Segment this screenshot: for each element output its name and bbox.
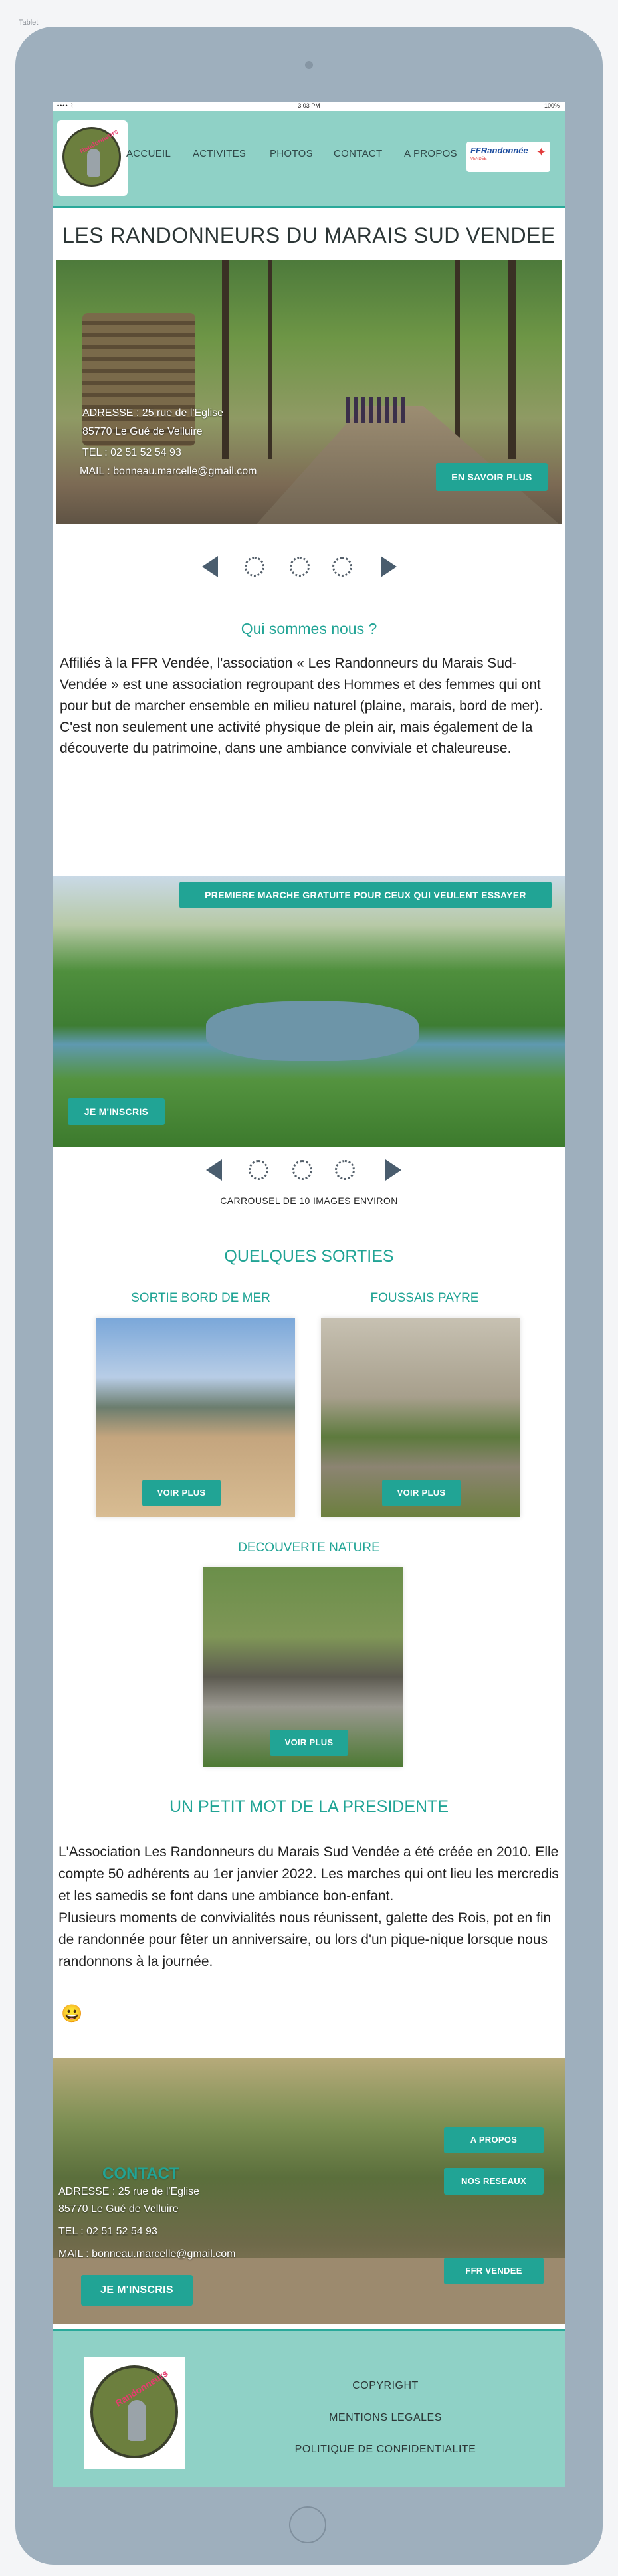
- footer-link-copyright[interactable]: COPYRIGHT: [286, 2380, 485, 2392]
- contact-address-line2: 85770 Le Gué de Velluire: [58, 2203, 179, 2215]
- carousel-dot-icon[interactable]: [292, 1160, 312, 1180]
- nav-item-activites[interactable]: ACTIVITES: [193, 148, 246, 159]
- hero-mail: MAIL : bonneau.marcelle@gmail.com: [80, 466, 257, 477]
- card-title-sea: SORTIE BORD DE MER: [131, 1291, 270, 1305]
- page-title: LES RANDONNEURS DU MARAIS SUD VENDEE: [62, 223, 556, 247]
- card-title-foussais: FOUSSAIS PAYRE: [370, 1291, 479, 1305]
- about-text: Affiliés à la FFR Vendée, l'association …: [60, 656, 544, 756]
- site-logo[interactable]: Randonneurs: [57, 120, 128, 196]
- hero-image: ADRESSE : 25 rue de l'Eglise 85770 Le Gu…: [56, 260, 562, 524]
- carousel-dot-icon[interactable]: [245, 557, 264, 577]
- carousel-dot-icon[interactable]: [335, 1160, 355, 1180]
- nav-item-a-propos[interactable]: A PROPOS: [404, 148, 457, 159]
- footer-logo[interactable]: Randonneurs: [84, 2357, 185, 2469]
- device-label: Tablet: [19, 19, 39, 27]
- card-foussais[interactable]: VOIR PLUS: [321, 1318, 520, 1517]
- ffr-partner-logo[interactable]: FFRandonnée VENDÉE ✦: [466, 142, 550, 172]
- smile-icon: 😀: [61, 2003, 83, 2023]
- nav-item-photos[interactable]: PHOTOS: [270, 148, 313, 159]
- ffr-logo-text: FFRandonnée: [470, 146, 528, 155]
- president-heading: UN PETIT MOT DE LA PRESIDENTE: [169, 1797, 449, 1816]
- status-bar: •••• ⌇ 3:03 PM 100%: [53, 102, 565, 111]
- heron-logo-icon: Randonneurs: [90, 2365, 178, 2458]
- carousel-caption: CARROUSEL DE 10 IMAGES ENVIRON: [220, 1195, 398, 1206]
- carousel-dot-icon[interactable]: [249, 1160, 268, 1180]
- heron-logo-icon: Randonneurs: [62, 127, 121, 187]
- footer-link-mentions[interactable]: MENTIONS LEGALES: [286, 2412, 485, 2424]
- carousel-controls-1: [53, 544, 565, 590]
- promo-image: PREMIERE MARCHE GRATUITE POUR CEUX QUI V…: [53, 876, 565, 1147]
- card-nature[interactable]: VOIR PLUS: [203, 1567, 403, 1767]
- carousel-dot-icon[interactable]: [332, 557, 352, 577]
- footer: Randonneurs COPYRIGHT MENTIONS LEGALES P…: [53, 2329, 565, 2487]
- carousel-dot-icon[interactable]: [290, 557, 310, 577]
- contact-mail: MAIL : bonneau.marcelle@gmail.com: [58, 2248, 236, 2260]
- voir-plus-button[interactable]: VOIR PLUS: [382, 1480, 461, 1506]
- nav-item-accueil[interactable]: ACCUEIL: [126, 148, 171, 159]
- card-sea[interactable]: VOIR PLUS: [96, 1318, 295, 1517]
- screen: •••• ⌇ 3:03 PM 100% Randonneurs ACCUEIL …: [53, 102, 565, 2487]
- outings-heading: QUELQUES SORTIES: [224, 1247, 394, 1266]
- camera-icon: [305, 61, 313, 69]
- voir-plus-button[interactable]: VOIR PLUS: [270, 1730, 348, 1756]
- carousel-controls-2: [53, 1153, 565, 1200]
- hero-phone: TEL : 02 51 52 54 93: [82, 447, 181, 458]
- navbar: Randonneurs ACCUEIL ACTIVITES PHOTOS CON…: [53, 111, 565, 208]
- hero-address-line1: ADRESSE : 25 rue de l'Eglise: [82, 407, 224, 419]
- nav-item-contact[interactable]: CONTACT: [334, 148, 382, 159]
- signup-button[interactable]: JE M'INSCRIS: [68, 1098, 165, 1125]
- battery-icon: 100%: [544, 102, 560, 109]
- contact-heading: CONTACT: [102, 2165, 179, 2183]
- contact-signup-button[interactable]: JE M'INSCRIS: [81, 2275, 193, 2306]
- contact-image: CONTACT ADRESSE : 25 rue de l'Eglise 857…: [53, 2058, 565, 2324]
- footer-link-privacy[interactable]: POLITIQUE DE CONFIDENTIALITE: [286, 2444, 485, 2456]
- voir-plus-button[interactable]: VOIR PLUS: [142, 1480, 221, 1506]
- carousel-prev-icon[interactable]: [206, 1159, 222, 1181]
- hero-address-line2: 85770 Le Gué de Velluire: [82, 426, 203, 437]
- pond-water: [206, 1001, 419, 1061]
- status-time: 3:03 PM: [298, 102, 320, 109]
- contact-address-line1: ADRESSE : 25 rue de l'Eglise: [58, 2186, 200, 2197]
- home-button[interactable]: [289, 2506, 326, 2543]
- a-propos-button[interactable]: A PROPOS: [444, 2127, 544, 2153]
- carousel-next-icon[interactable]: [381, 556, 397, 577]
- ffr-logo-sub: VENDÉE: [470, 157, 487, 161]
- carousel-prev-icon[interactable]: [202, 556, 218, 577]
- en-savoir-plus-button[interactable]: EN SAVOIR PLUS: [436, 463, 548, 491]
- nos-reseaux-button[interactable]: NOS RESEAUX: [444, 2168, 544, 2195]
- president-text: L'Association Les Randonneurs du Marais …: [58, 1844, 559, 1969]
- ffr-vendee-button[interactable]: FFR VENDEE: [444, 2258, 544, 2284]
- carousel-next-icon[interactable]: [385, 1159, 401, 1181]
- walkers-group: [346, 397, 405, 423]
- contact-phone: TEL : 02 51 52 54 93: [58, 2226, 157, 2237]
- about-heading: Qui sommes nous ?: [241, 620, 377, 637]
- walker-icon: ✦: [536, 146, 546, 159]
- card-title-nature: DECOUVERTE NATURE: [238, 1541, 380, 1555]
- free-walk-banner[interactable]: PREMIERE MARCHE GRATUITE POUR CEUX QUI V…: [179, 882, 552, 908]
